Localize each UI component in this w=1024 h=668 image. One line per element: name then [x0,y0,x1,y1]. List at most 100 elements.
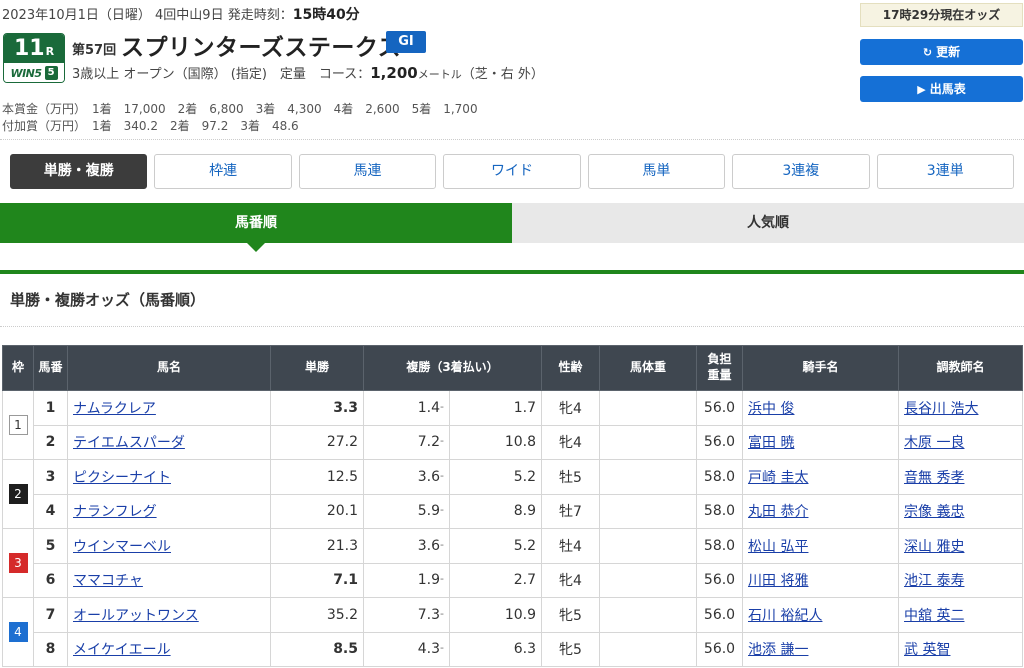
tab-exacta[interactable]: 馬単 [587,154,726,189]
tab-quinella[interactable]: 馬連 [298,154,437,189]
horse-number: 6 [33,562,68,598]
horse-name-cell: メイケイエール [67,631,271,667]
tab-sort-by-popularity[interactable]: 人気順 [512,203,1024,243]
trainer-link[interactable]: 池江 泰寿 [904,573,964,589]
table-row: 6 ママコチャ 7.1 1.9-2.7 牝4 56.0 川田 将雅 池江 泰寿 [3,562,1024,598]
place-odds-low-cell: 7.2- [363,424,450,460]
body-weight [599,528,698,564]
win-odds: 35.2 [270,597,364,633]
sex-age: 牡4 [541,528,601,564]
jockey-link[interactable]: 浜中 俊 [748,401,794,417]
carried-weight: 58.0 [696,459,744,495]
jockey-cell: 石川 裕紀人 [742,597,900,633]
carried-weight: 56.0 [696,597,744,633]
horse-name-link[interactable]: ナムラクレア [73,401,156,417]
grade-badge: GI [386,31,426,53]
carried-weight: 58.0 [696,528,744,564]
post-time: 15時40分 [292,7,360,23]
trainer-link[interactable]: 宗像 義忠 [904,504,964,520]
carried-weight: 58.0 [696,493,744,529]
play-circle-icon: ▶ [917,83,926,96]
table-row: 4 ナランフレグ 20.1 5.9-8.9 牡7 58.0 丸田 恭介 宗像 義忠 [3,493,1024,529]
carried-weight: 56.0 [696,562,744,598]
jockey-link[interactable]: 丸田 恭介 [748,504,808,520]
range-dash: - [440,537,444,551]
jockey-link[interactable]: 川田 将雅 [748,573,808,589]
place-odds-high: 10.9 [448,597,543,633]
table-row: 8 メイケイエール 8.5 4.3-6.3 牝5 56.0 池添 謙一武 英智 [3,631,1024,667]
jockey-link[interactable]: 池添 謙一 [748,642,808,658]
col-header-trainer: 調教師名 [898,345,1024,391]
odds-timestamp: 17時29分現在オッズ [860,3,1023,27]
tab-win-place[interactable]: 単勝・複勝 [10,154,148,189]
table-header-row: 枠 馬番 馬名 単勝 複勝（3着払い） 性齢 馬体重 負担 重量 騎手名 調教師名 [2,345,1024,391]
sex-age: 牡7 [541,493,601,529]
place-odds-high: 8.9 [448,493,543,529]
tab-trifecta[interactable]: 3連単 [876,154,1014,189]
race-edition: 第57回 [72,43,117,58]
carried-weight: 56.0 [696,390,744,426]
refresh-button[interactable]: ↻ 更新 [860,39,1023,65]
horse-name-link[interactable]: ナランフレグ [73,504,157,520]
trainer-cell: 深山 雅史 [898,528,1024,564]
carried-weight: 56.0 [696,631,744,667]
horse-name-link[interactable]: メイケイエール [73,642,171,658]
place-odds-low: 7.2 [417,434,441,451]
place-odds-low-cell: 1.4- [363,390,450,426]
trainer-link[interactable]: 武 英智 [904,642,950,658]
trainer-link[interactable]: 木原 一良 [904,435,964,451]
col-header-sex-age: 性齢 [541,345,601,391]
entries-button[interactable]: ▶ 出馬表 [860,76,1023,102]
horse-name-link[interactable]: オールアットワンス [73,608,199,624]
body-weight [599,459,698,495]
tab-sort-by-number[interactable]: 馬番順 [0,203,512,252]
trainer-link[interactable]: 中舘 英二 [904,608,964,624]
tab-bracket-quinella[interactable]: 枠連 [154,154,292,189]
trainer-cell: 木原 一良 [898,424,1024,460]
col-header-waku: 枠 [2,345,34,391]
col-header-horse: 馬名 [67,345,271,391]
horse-number: 5 [33,528,68,564]
body-weight [599,631,698,667]
place-odds-low: 1.4 [417,399,441,416]
range-dash: - [440,468,444,482]
jockey-link[interactable]: 石川 裕紀人 [748,608,822,624]
win-odds: 12.5 [270,459,364,495]
tab-wide[interactable]: ワイド [443,154,581,189]
horse-name-link[interactable]: ウインマーベル [73,539,171,555]
trainer-cell: 武 英智 [898,631,1024,667]
place-odds-low-cell: 1.9- [363,562,450,598]
jockey-link[interactable]: 富田 暁 [748,435,794,451]
place-odds-high: 10.8 [448,424,543,460]
win-odds: 3.3 [270,390,364,426]
col-header-body-weight: 馬体重 [599,345,698,391]
jockey-cell: 松山 弘平 [742,528,900,564]
horse-name-link[interactable]: テイエムスパーダ [73,435,185,451]
jockey-link[interactable]: 松山 弘平 [748,539,808,555]
horse-number: 4 [33,493,68,529]
jockey-link[interactable]: 戸崎 圭太 [748,470,808,486]
win-odds: 21.3 [270,528,364,564]
trainer-cell: 中舘 英二 [898,597,1024,633]
range-dash: - [440,434,444,448]
col-header-carried-weight: 負担 重量 [696,345,744,391]
date-venue-text: 2023年10月1日（日曜） 4回中山9日 発走時刻： [2,8,293,23]
waku-badge: 2 [8,484,28,504]
place-odds-high: 5.2 [448,528,543,564]
place-odds-low: 3.6 [417,537,441,554]
horse-name-link[interactable]: ピクシーナイト [73,470,171,486]
waku-cell: 4 [2,597,34,667]
sex-age: 牝5 [541,631,601,667]
waku-cell: 2 [2,459,34,529]
trainer-link[interactable]: 深山 雅史 [904,539,964,555]
waku-cell: 1 [2,390,34,460]
trainer-link[interactable]: 音無 秀孝 [904,470,964,486]
trainer-link[interactable]: 長谷川 浩大 [904,401,978,417]
horse-name-link[interactable]: ママコチャ [73,573,143,589]
divider [0,326,1024,327]
place-odds-low-cell: 3.6- [363,459,450,495]
jockey-cell: 丸田 恭介 [742,493,900,529]
table-row: 2 3 ピクシーナイト 12.5 3.6-5.2 牡5 58.0 戸崎 圭太 音無 秀孝 [2,459,1024,529]
place-odds-low-cell: 5.9- [363,493,450,529]
tab-trio[interactable]: 3連複 [732,154,870,189]
